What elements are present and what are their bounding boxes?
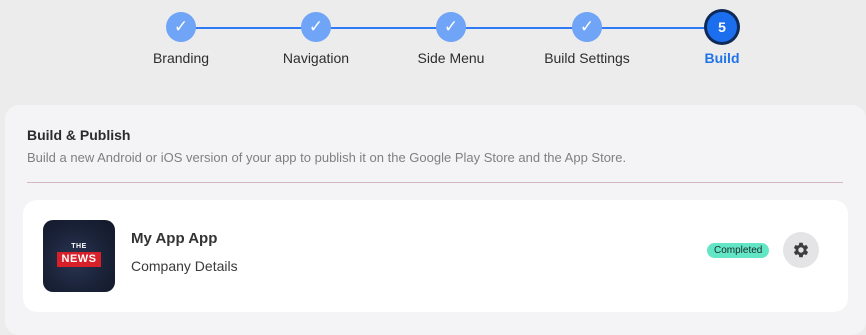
divider [27,182,843,183]
checkmark-icon: ✓ [166,12,196,42]
step-side-menu[interactable]: ✓ Side Menu [381,12,521,66]
gear-icon [793,242,809,258]
settings-button[interactable] [783,232,819,268]
step-build[interactable]: 5 Build [652,12,792,66]
company-details-link[interactable]: Company Details [131,258,238,274]
step-navigation[interactable]: ✓ Navigation [246,12,386,66]
app-logo: THE NEWS [43,220,115,292]
checkmark-icon: ✓ [301,12,331,42]
build-stepper: ✓ Branding ✓ Navigation ✓ Side Menu ✓ Bu… [0,0,866,100]
checkmark-icon: ✓ [436,12,466,42]
step-number: 5 [707,12,737,42]
step-label: Navigation [282,50,350,66]
status-badge: Completed [707,243,770,258]
app-logo-line2: NEWS [57,252,101,267]
step-label: Side Menu [417,50,485,66]
app-logo-line1: THE [71,243,87,250]
checkmark-icon: ✓ [572,12,602,42]
panel-subtitle: Build a new Android or iOS version of yo… [27,150,627,165]
step-label: Build [704,50,740,66]
build-publish-panel: Build & Publish Build a new Android or i… [5,105,866,335]
step-branding[interactable]: ✓ Branding [111,12,251,66]
app-card: THE NEWS My App App Company Details Comp… [23,200,848,312]
panel-title: Build & Publish [27,127,131,143]
step-label: Build Settings [544,50,630,66]
step-label: Branding [152,50,210,66]
step-build-settings[interactable]: ✓ Build Settings [517,12,657,66]
app-name: My App App [131,230,218,247]
